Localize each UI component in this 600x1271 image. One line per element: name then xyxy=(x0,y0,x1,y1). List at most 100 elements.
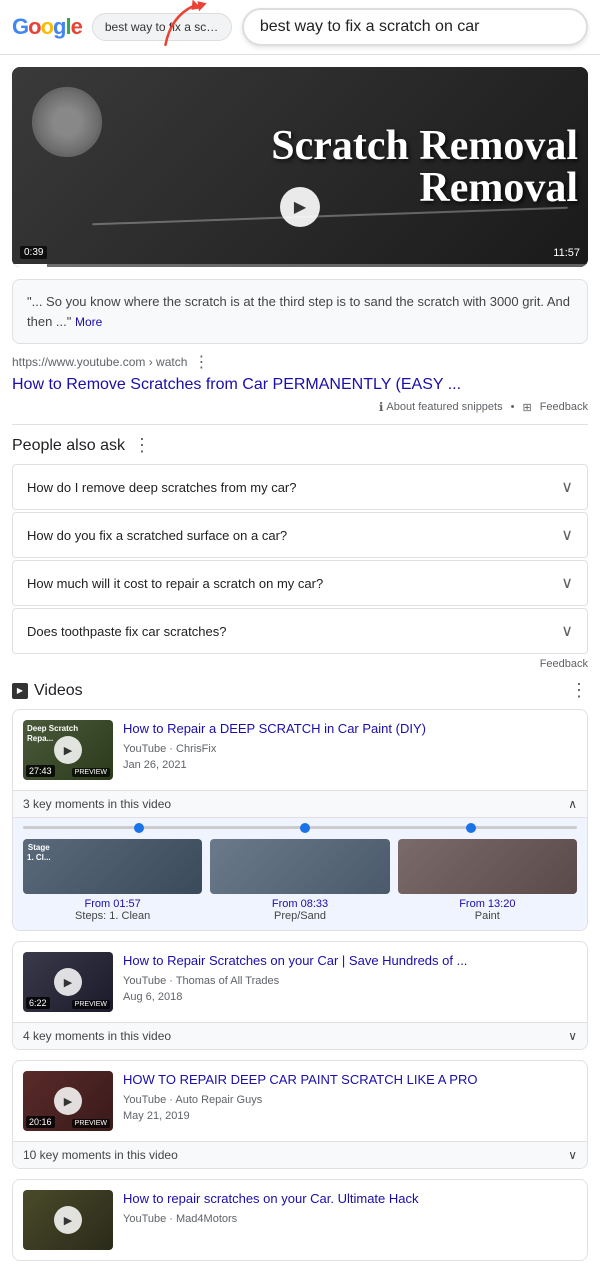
video-duration-2: 20:16 xyxy=(26,1116,55,1128)
video-card-0: ▶ 27:43 PREVIEW Deep ScratchRepa... How … xyxy=(12,709,588,931)
key-moments-label-0: 3 key moments in this video xyxy=(23,797,171,811)
video-title-3[interactable]: How to repair scratches on your Car. Ult… xyxy=(123,1190,577,1208)
moment-text-0-0: Stage1. Cl... xyxy=(27,843,51,862)
paa-item-0[interactable]: How do I remove deep scratches from my c… xyxy=(12,464,588,510)
preview-badge-0: PREVIEW xyxy=(72,768,110,777)
section-divider-1 xyxy=(12,424,588,425)
paa-item-2[interactable]: How much will it cost to repair a scratc… xyxy=(12,560,588,606)
moment-card-0-1: From 08:33 Prep/Sand xyxy=(210,839,389,922)
about-snippets-label: About featured snippets xyxy=(386,401,502,413)
feedback-icon-container: ⊞ xyxy=(522,401,531,414)
car-door-decoration xyxy=(32,87,102,157)
moment-thumb-0-1[interactable] xyxy=(210,839,389,894)
result-url-line: https://www.youtube.com › watch ⋮ xyxy=(12,352,588,372)
paa-menu-icon[interactable]: ⋮ xyxy=(133,435,151,456)
video-duration-1: 6:22 xyxy=(26,997,50,1009)
key-moments-chevron-2: ∨ xyxy=(568,1148,577,1162)
moment-card-0-2: From 13:20 Paint xyxy=(398,839,577,922)
paa-item-1[interactable]: How do you fix a scratched surface on a … xyxy=(12,512,588,558)
video-thumbnail-bg: Scratch Removal Removal ▶ 0:39 11:57 xyxy=(12,67,588,267)
video-info-2: HOW TO REPAIR DEEP CAR PAINT SCRATCH LIK… xyxy=(123,1071,577,1131)
video-thumb-3[interactable]: ▶ xyxy=(23,1190,113,1250)
videos-menu-icon[interactable]: ⋮ xyxy=(570,680,588,701)
video-card-2-header: ▶ 20:16 PREVIEW HOW TO REPAIR DEEP CAR P… xyxy=(13,1061,587,1141)
snippet-footer: ℹ About featured snippets • ⊞ Feedback xyxy=(12,400,588,414)
key-moments-bar-2[interactable]: 10 key moments in this video ∨ xyxy=(13,1141,587,1168)
video-progress-fill xyxy=(12,264,47,267)
paa-feedback: Feedback xyxy=(12,658,588,670)
moments-timeline xyxy=(23,826,577,829)
video-card-1-header: ▶ 6:22 PREVIEW How to Repair Scratches o… xyxy=(13,942,587,1022)
video-source-label-3: YouTube · xyxy=(123,1213,176,1225)
moment-thumb-0-0[interactable]: Stage1. Cl... xyxy=(23,839,202,894)
video-meta-1: YouTube · Thomas of All Trades xyxy=(123,973,577,990)
video-time-total: 11:57 xyxy=(553,247,580,259)
video-card-2: ▶ 20:16 PREVIEW HOW TO REPAIR DEEP CAR P… xyxy=(12,1060,588,1169)
main-content: Scratch Removal Removal ▶ 0:39 11:57 "..… xyxy=(0,67,600,1261)
key-moments-label-1: 4 key moments in this video xyxy=(23,1029,171,1043)
paa-question-1: How do you fix a scratched surface on a … xyxy=(27,528,287,543)
video-title-0[interactable]: How to Repair a DEEP SCRATCH in Car Pain… xyxy=(123,720,577,738)
paa-item-3[interactable]: Does toothpaste fix car scratches? ∨ xyxy=(12,608,588,654)
moment-thumb-0-2[interactable] xyxy=(398,839,577,894)
snippet-feedback-link[interactable]: Feedback xyxy=(540,401,588,413)
paa-chevron-2: ∨ xyxy=(561,573,573,593)
people-also-ask-label: People also ask xyxy=(12,437,125,455)
video-thumb-1[interactable]: ▶ 6:22 PREVIEW xyxy=(23,952,113,1012)
play-icon-3[interactable]: ▶ xyxy=(54,1206,82,1234)
paa-chevron-1: ∨ xyxy=(561,525,573,545)
video-source-label-2: YouTube · xyxy=(123,1094,175,1106)
play-icon-2[interactable]: ▶ xyxy=(54,1087,82,1115)
videos-section-header: ▶ Videos ⋮ xyxy=(12,680,588,701)
snippet-more-link[interactable]: More xyxy=(75,315,102,329)
key-moments-chevron-0: ∧ xyxy=(568,797,577,811)
video-progress-bar[interactable] xyxy=(12,264,588,267)
moment-label-0-0: Steps: 1. Clean xyxy=(23,910,202,922)
video-section-icon: ▶ xyxy=(12,683,28,699)
key-moments-label-2: 10 key moments in this video xyxy=(23,1148,178,1162)
video-info-0: How to Repair a DEEP SCRATCH in Car Pain… xyxy=(123,720,577,780)
scratch-line-decoration xyxy=(92,207,568,226)
video-title-2[interactable]: HOW TO REPAIR DEEP CAR PAINT SCRATCH LIK… xyxy=(123,1071,577,1089)
video-title-1[interactable]: How to Repair Scratches on your Car | Sa… xyxy=(123,952,577,970)
preview-badge-2: PREVIEW xyxy=(72,1119,110,1128)
key-moments-content-0: Stage1. Cl... From 01:57 Steps: 1. Clean… xyxy=(13,817,587,930)
result-title-link[interactable]: How to Remove Scratches from Car PERMANE… xyxy=(12,376,461,393)
video-channel-0: ChrisFix xyxy=(176,743,216,755)
featured-snippet: "... So you know where the scratch is at… xyxy=(12,279,588,344)
video-duration-0: 27:43 xyxy=(26,765,55,777)
video-card-0-header: ▶ 27:43 PREVIEW Deep ScratchRepa... How … xyxy=(13,710,587,790)
feedback-grid-icon: ⊞ xyxy=(522,401,531,414)
moment-time-0-0: From 01:57 xyxy=(23,898,202,910)
preview-badge-1: PREVIEW xyxy=(72,1000,110,1009)
scratch-text: Scratch Removal xyxy=(271,125,578,167)
video-thumb-0[interactable]: ▶ 27:43 PREVIEW Deep ScratchRepa... xyxy=(23,720,113,780)
result-options-menu[interactable]: ⋮ xyxy=(193,352,209,372)
video-card-1: ▶ 6:22 PREVIEW How to Repair Scratches o… xyxy=(12,941,588,1050)
play-button[interactable]: ▶ xyxy=(280,187,320,227)
moment-time-0-1: From 08:33 xyxy=(210,898,389,910)
paa-question-2: How much will it cost to repair a scratc… xyxy=(27,576,323,591)
moment-label-0-2: Paint xyxy=(398,910,577,922)
video-date-1: Aug 6, 2018 xyxy=(123,989,577,1006)
key-moments-bar-0[interactable]: 3 key moments in this video ∧ xyxy=(13,790,587,817)
video-source-label-0: YouTube · xyxy=(123,743,176,755)
paa-chevron-0: ∨ xyxy=(561,477,573,497)
video-date-0: Jan 26, 2021 xyxy=(123,757,577,774)
moments-grid-0: Stage1. Cl... From 01:57 Steps: 1. Clean… xyxy=(23,839,577,922)
key-moments-chevron-1: ∨ xyxy=(568,1029,577,1043)
about-featured-snippets-link[interactable]: ℹ About featured snippets xyxy=(379,400,503,414)
people-also-ask-header: People also ask ⋮ xyxy=(12,435,588,456)
videos-section-label: Videos xyxy=(34,682,83,700)
video-meta-2: YouTube · Auto Repair Guys xyxy=(123,1092,577,1109)
video-thumb-2[interactable]: ▶ 20:16 PREVIEW xyxy=(23,1071,113,1131)
paa-chevron-3: ∨ xyxy=(561,621,573,641)
search-bar-large[interactable]: best way to fix a scratch on car xyxy=(242,8,588,46)
info-icon: ℹ xyxy=(379,400,384,414)
featured-video-thumbnail[interactable]: Scratch Removal Removal ▶ 0:39 11:57 xyxy=(12,67,588,267)
moment-card-0-0: Stage1. Cl... From 01:57 Steps: 1. Clean xyxy=(23,839,202,922)
paa-list: How do I remove deep scratches from my c… xyxy=(12,464,588,654)
video-card-3-header: ▶ How to repair scratches on your Car. U… xyxy=(13,1180,587,1260)
play-icon-1[interactable]: ▶ xyxy=(54,968,82,996)
video-time-current: 0:39 xyxy=(20,246,47,259)
